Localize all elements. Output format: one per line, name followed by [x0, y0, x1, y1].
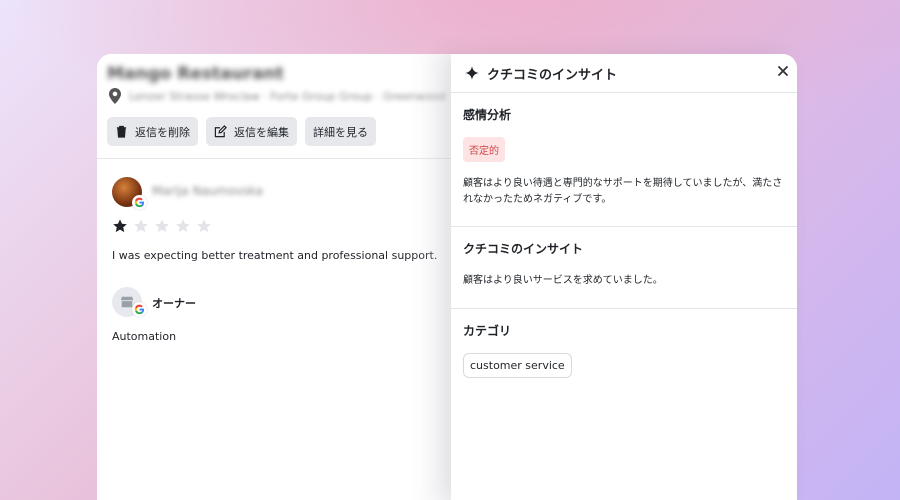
insight-text: 顧客はより良いサービスを求めていました。	[463, 275, 663, 286]
view-details-label: 詳細を見る	[313, 125, 368, 139]
category-section: カテゴリ customer service	[451, 309, 797, 378]
star-empty-icon	[155, 219, 169, 233]
star-empty-icon	[134, 219, 148, 233]
delete-reply-label: 返信を削除	[135, 125, 190, 139]
review-insights-panel: クチコミのインサイト 感情分析 否定的 顧客はより良い待遇と専門的なサポートを期…	[451, 54, 797, 500]
sentiment-heading: 感情分析	[463, 108, 512, 122]
sentiment-section: 感情分析 否定的 顧客はより良い待遇と専門的なサポートを期待していましたが、満た…	[451, 93, 797, 227]
category-heading: カテゴリ	[463, 324, 512, 338]
panel-title: クチコミのインサイト	[487, 67, 618, 83]
business-address: Lenzer Strasse Wroclaw · Forte Group Gro…	[129, 89, 446, 103]
insight-section: クチコミのインサイト 顧客はより良いサービスを求めていました。	[451, 227, 797, 309]
panel-header: クチコミのインサイト	[451, 54, 797, 93]
trash-icon	[116, 125, 127, 138]
reply-actions: 返信を削除 返信を編集 詳細を見る	[107, 117, 376, 146]
owner-label: オーナー	[152, 297, 196, 310]
reviewer-name: Marija Naumovska	[152, 184, 263, 198]
sentiment-badge: 否定的	[463, 137, 505, 162]
location-row: Lenzer Strasse Wroclaw · Forte Group Gro…	[109, 88, 446, 104]
view-details-button[interactable]: 詳細を見る	[305, 117, 376, 146]
edit-icon	[214, 125, 227, 138]
delete-reply-button[interactable]: 返信を削除	[107, 117, 198, 146]
star-filled-icon	[113, 219, 127, 233]
review-text: I was expecting better treatment and pro…	[112, 249, 438, 262]
location-pin-icon	[109, 88, 121, 104]
insight-heading: クチコミのインサイト	[463, 242, 584, 256]
sentiment-text: 顧客はより良い待遇と専門的なサポートを期待していましたが、満たされなかったためネ…	[463, 178, 783, 205]
edit-reply-button[interactable]: 返信を編集	[206, 117, 297, 146]
edit-reply-label: 返信を編集	[234, 125, 289, 139]
category-chip[interactable]: customer service	[463, 353, 572, 378]
google-icon	[132, 195, 147, 210]
owner-reply-text: Automation	[112, 330, 177, 343]
sparkle-icon	[465, 66, 479, 80]
star-empty-icon	[176, 219, 190, 233]
star-rating	[112, 218, 212, 234]
google-icon	[132, 302, 147, 317]
business-name: Mango Restaurant	[107, 64, 284, 84]
close-icon[interactable]	[775, 63, 791, 79]
star-empty-icon	[197, 219, 211, 233]
